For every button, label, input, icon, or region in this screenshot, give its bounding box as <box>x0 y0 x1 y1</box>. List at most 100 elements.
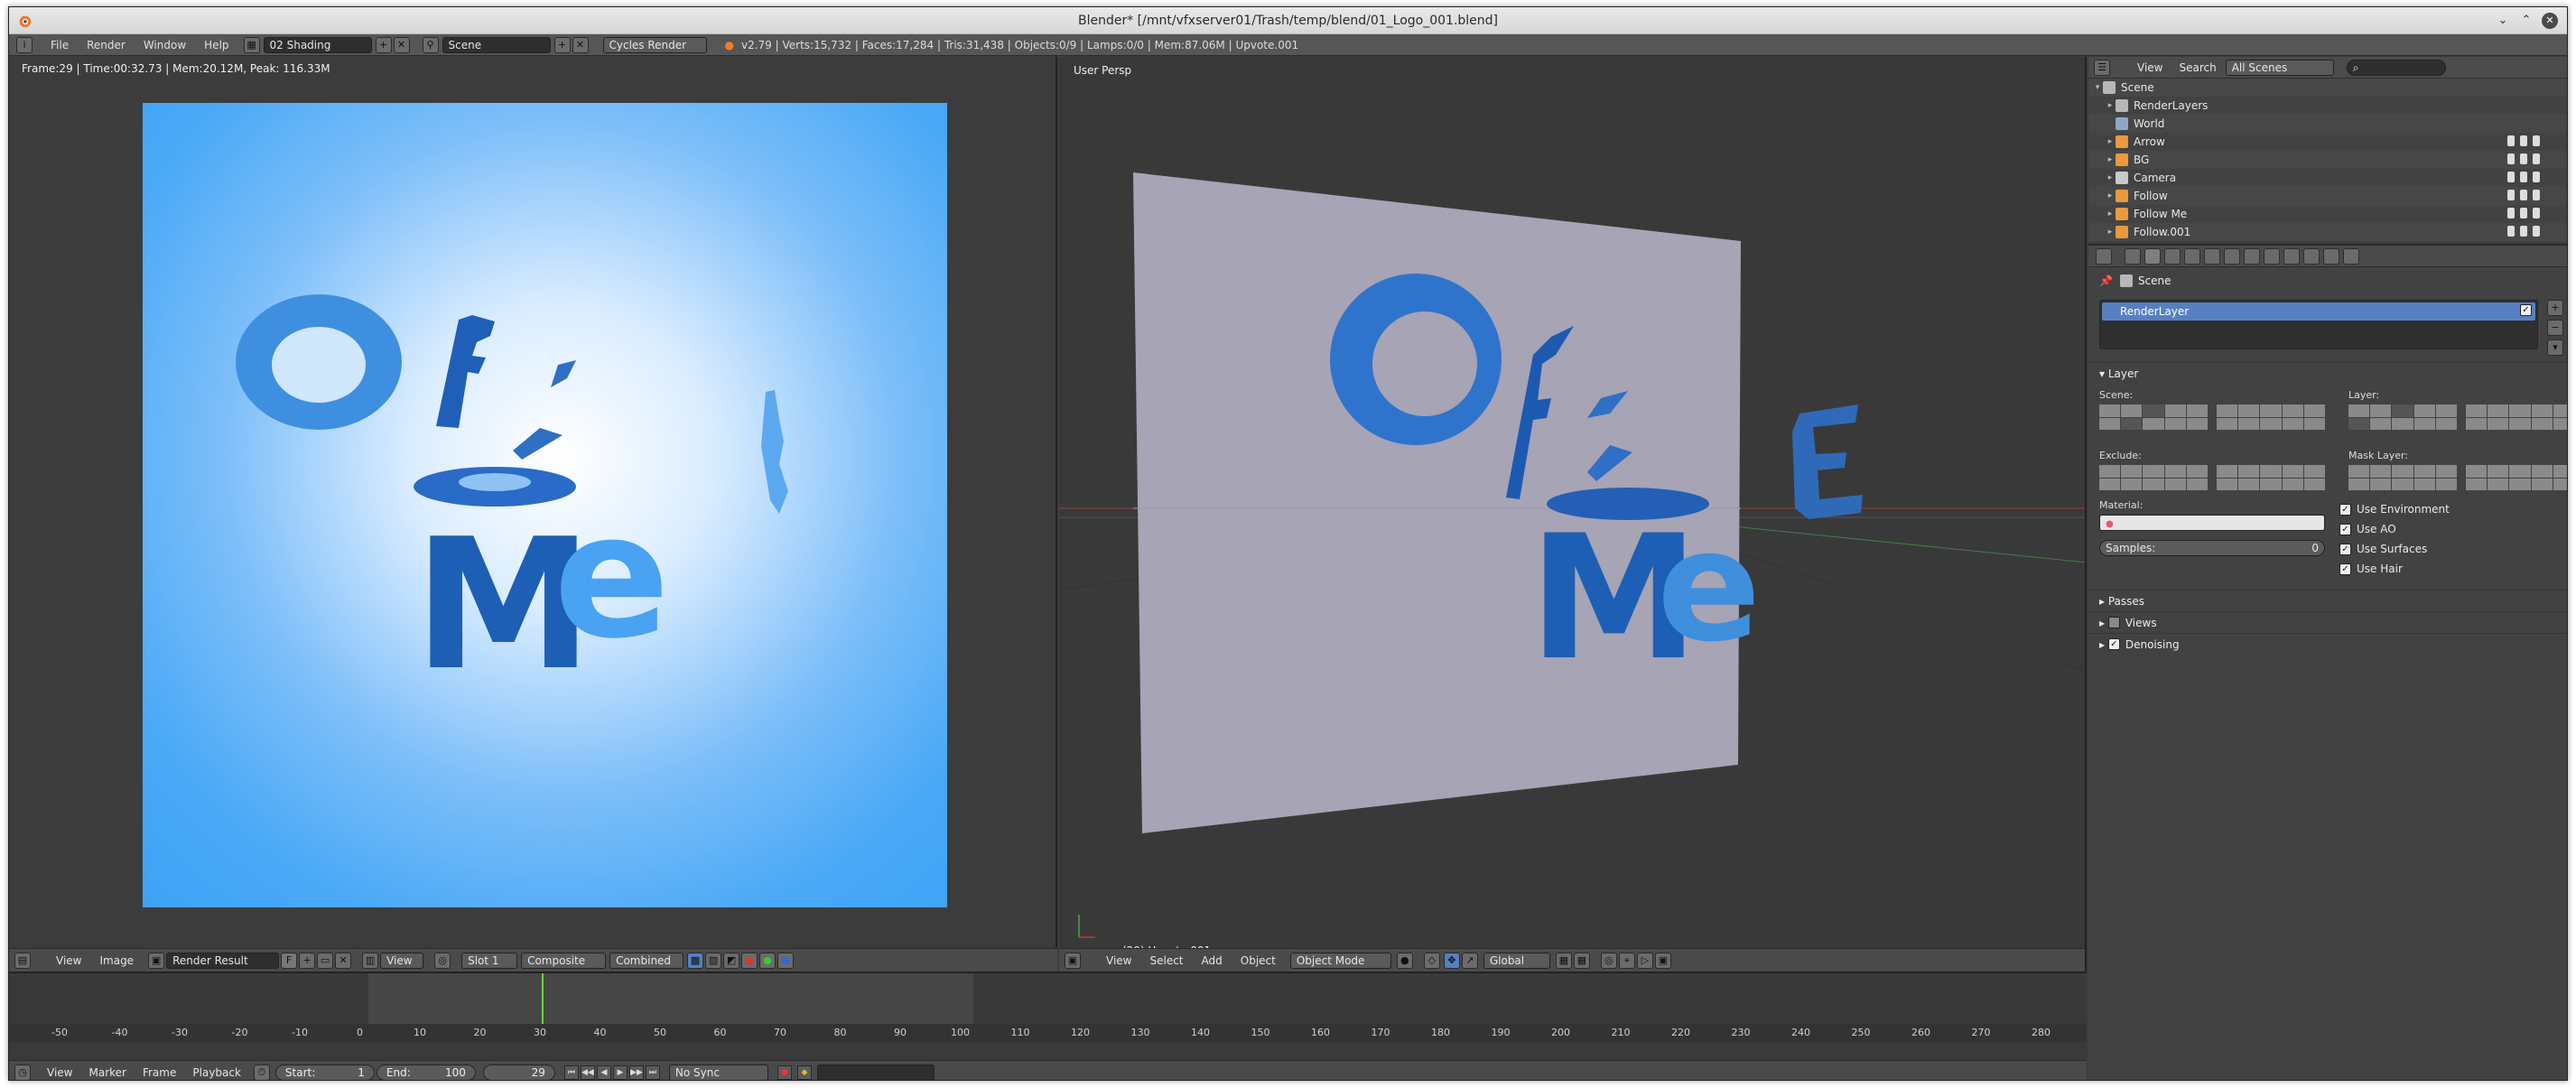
outliner-filter-dropdown[interactable]: All Scenes <box>2225 59 2334 76</box>
snap-icon[interactable]: ⌖ <box>1618 952 1635 969</box>
viewport-menu-select[interactable]: Select <box>1140 954 1192 967</box>
outliner-row-follow[interactable]: ▸ Follow <box>2088 187 2567 205</box>
menu-file[interactable]: File <box>42 39 78 51</box>
scene-layer-grid[interactable] <box>2099 405 2325 430</box>
use-environment-checkbox[interactable]: ✓ Use Environment <box>2339 499 2450 519</box>
record-icon[interactable]: ● <box>777 1065 792 1080</box>
pivot-icon[interactable]: ◎ <box>434 952 451 969</box>
visibility-toggles[interactable] <box>2507 153 2543 166</box>
open-image-icon[interactable]: ▭ <box>317 952 334 969</box>
editor-type-outliner-icon[interactable]: ☰ <box>2094 59 2110 76</box>
mode-dropdown[interactable]: Object Mode <box>1289 952 1391 969</box>
menu-help[interactable]: Help <box>195 39 237 51</box>
red-channel-icon[interactable]: ● <box>741 952 758 969</box>
particles-tab-icon[interactable] <box>2323 247 2339 265</box>
outliner-row-follow-001[interactable]: ▸ Follow.001 <box>2088 223 2567 241</box>
layers-icon[interactable]: ▦ <box>1555 952 1572 969</box>
render-layer-menu-icon[interactable]: ▾ <box>2547 339 2563 356</box>
outliner-row-scene[interactable]: ▾ Scene <box>2088 79 2567 97</box>
outliner[interactable]: ☰ View Search All Scenes ⌕ ▾ Scene ▸ Rende… <box>2088 57 2567 242</box>
render-layer-dropdown[interactable]: Composite <box>521 952 607 969</box>
outliner-row-renderlayers[interactable]: ▸ RenderLayers <box>2088 97 2567 115</box>
end-frame-field[interactable]: End: 100 <box>376 1064 476 1080</box>
proportional-edit-icon[interactable]: ◎ <box>1600 952 1617 969</box>
visibility-toggles[interactable] <box>2507 208 2543 220</box>
render-preview-icon[interactable]: ▷ <box>1636 952 1653 969</box>
remove-render-layer-icon[interactable]: − <box>2547 320 2563 336</box>
outliner-row-arrow[interactable]: ▸ Arrow <box>2088 133 2567 151</box>
sync-mode-dropdown[interactable]: No Sync <box>668 1064 768 1080</box>
alpha-icon[interactable]: ▨ <box>705 952 722 969</box>
next-keyframe-icon[interactable]: ▶▶ <box>628 1065 644 1080</box>
exclude-layer-grid[interactable] <box>2099 465 2325 490</box>
properties-editor[interactable]: 📌 Scene RenderLayer ✓ + − ▾ ▾ Layer Scen… <box>2088 244 2567 1080</box>
render-layer-list[interactable]: RenderLayer ✓ <box>2099 300 2538 349</box>
play-icon[interactable]: ▶ <box>612 1065 628 1080</box>
layer-panel-header[interactable]: ▾ Layer <box>2088 362 2567 384</box>
start-frame-field[interactable]: Start: 1 <box>274 1064 375 1080</box>
timeline-menu-frame[interactable]: Frame <box>143 1066 176 1079</box>
use-ao-checkbox[interactable]: ✓ Use AO <box>2339 519 2450 539</box>
layer-grid[interactable] <box>2348 405 2567 430</box>
add-screen-icon[interactable]: + <box>375 36 392 53</box>
screen-layout-field[interactable]: 02 Shading <box>263 36 372 53</box>
outliner-search-input[interactable]: ⌕ <box>2346 59 2446 76</box>
timeline-editor[interactable]: -50 -40 -30 -20 -10 0 10 20 30 40 50 60 70 80 90 100 110… <box>9 972 2087 1080</box>
editor-type-image-icon[interactable]: ▤ <box>14 952 31 969</box>
add-scene-icon[interactable]: + <box>553 36 571 53</box>
image-editor[interactable]: Frame:29 | Time:00:32.73 | Mem:20.12M, P… <box>9 57 1057 972</box>
viewport-menu-object[interactable]: Object <box>1232 954 1285 967</box>
visibility-toggles[interactable] <box>2507 172 2543 184</box>
material-override-field[interactable]: ● <box>2099 515 2325 531</box>
transform-orientation-dropdown[interactable]: Global <box>1483 952 1550 969</box>
jump-end-icon[interactable]: ⏭ <box>645 1065 660 1080</box>
outliner-row-follow-me[interactable]: ▸ Follow Me <box>2088 205 2567 223</box>
delete-screen-icon[interactable]: ✕ <box>393 36 410 53</box>
image-menu-image[interactable]: Image <box>90 954 143 967</box>
outliner-menu-search[interactable]: Search <box>2179 61 2216 74</box>
material-tab-icon[interactable] <box>2283 247 2300 265</box>
slot-dropdown[interactable]: Slot 1 <box>461 952 518 969</box>
editor-type-3d-icon[interactable]: ▣ <box>1065 952 1081 969</box>
editor-type-info-icon[interactable]: i <box>16 36 33 53</box>
scene-icon[interactable]: ⚲ <box>422 36 439 53</box>
samples-field[interactable]: Samples: 0 <box>2099 540 2325 556</box>
visibility-toggles[interactable] <box>2507 135 2543 148</box>
visibility-toggles[interactable] <box>2507 226 2543 238</box>
shading-icon[interactable]: ● <box>1396 952 1413 969</box>
prev-keyframe-icon[interactable]: ◀◀ <box>580 1065 595 1080</box>
current-frame-field[interactable]: 29 <box>482 1064 555 1080</box>
render-layers-tab-icon[interactable] <box>2144 247 2161 265</box>
outliner-menu-view[interactable]: View <box>2137 61 2162 74</box>
views-panel-header[interactable]: ▸ Views <box>2088 611 2567 633</box>
layers-2-icon[interactable]: ▦ <box>1573 952 1590 969</box>
manipulator-icon[interactable]: ✥ <box>1443 952 1460 969</box>
pin-icon[interactable]: 📌 <box>2099 274 2113 287</box>
menu-window[interactable]: Window <box>135 39 195 51</box>
passes-panel-header[interactable]: ▸ Passes <box>2088 590 2567 611</box>
editor-type-timeline-icon[interactable]: ◷ <box>14 1064 31 1080</box>
mask-layer-grid[interactable] <box>2348 465 2567 490</box>
jump-start-icon[interactable]: ⏮ <box>563 1065 579 1080</box>
outliner-row-bg[interactable]: ▸ BG <box>2088 151 2567 169</box>
translate-icon[interactable]: ↗ <box>1461 952 1478 969</box>
close-icon[interactable]: ✕ <box>2542 13 2558 29</box>
preview-range-icon[interactable]: ⏱ <box>253 1064 270 1080</box>
constraints-tab-icon[interactable] <box>2224 247 2240 265</box>
scene-tab-icon[interactable] <box>2164 247 2181 265</box>
display-channels-icon[interactable]: ▩ <box>687 952 704 969</box>
viewport-menu-add[interactable]: Add <box>1193 954 1232 967</box>
render-tab-icon[interactable] <box>2125 247 2141 265</box>
object-tab-icon[interactable] <box>2204 247 2220 265</box>
blue-channel-icon[interactable]: ● <box>777 952 795 969</box>
minimize-icon[interactable]: ⌄ <box>2495 13 2511 29</box>
green-channel-icon[interactable]: ● <box>759 952 777 969</box>
editor-type-properties-icon[interactable] <box>2096 247 2112 265</box>
use-hair-checkbox[interactable]: ✓ Use Hair <box>2339 559 2450 579</box>
image-menu-view[interactable]: View <box>47 954 90 967</box>
render-layer-item[interactable]: RenderLayer <box>2102 302 2535 321</box>
timeline-menu-marker[interactable]: Marker <box>88 1066 126 1079</box>
3d-viewport[interactable]: User Persp M e (29) Upvote.001 ▣ View S <box>1059 57 2087 972</box>
image-name-field[interactable]: Render Result <box>166 952 280 969</box>
render-layer-enabled-checkbox[interactable]: ✓ <box>2520 304 2532 316</box>
